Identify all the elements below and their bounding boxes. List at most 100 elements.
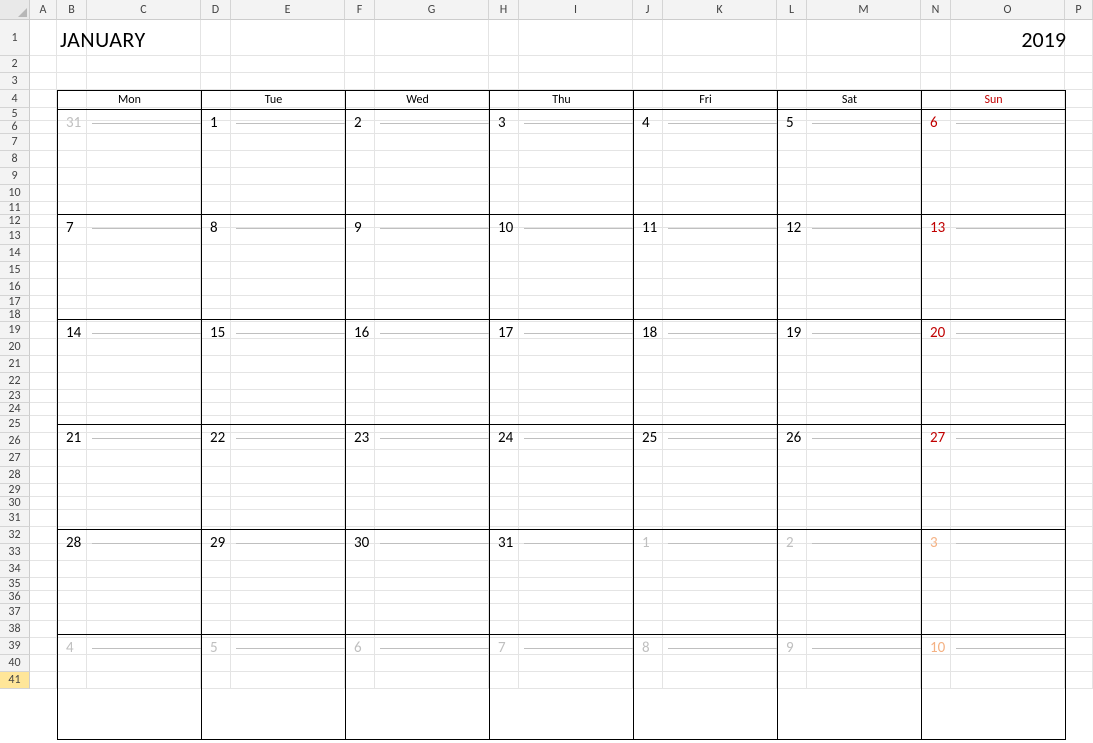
calendar-day[interactable]: 3 xyxy=(490,110,634,214)
cell[interactable] xyxy=(30,215,57,228)
calendar-day[interactable]: 21 xyxy=(58,425,202,529)
cell[interactable] xyxy=(1065,655,1093,672)
cell[interactable] xyxy=(30,356,57,373)
cell[interactable] xyxy=(30,134,57,151)
cell[interactable] xyxy=(1065,134,1093,151)
cell[interactable] xyxy=(30,450,57,467)
row-header-20[interactable]: 20 xyxy=(0,339,30,356)
cell[interactable] xyxy=(30,672,57,689)
calendar-day[interactable]: 19 xyxy=(778,320,922,424)
cell[interactable] xyxy=(951,73,1065,90)
calendar-day[interactable]: 17 xyxy=(490,320,634,424)
calendar-day[interactable]: 27 xyxy=(922,425,1065,529)
cell[interactable] xyxy=(1065,527,1093,544)
cell[interactable] xyxy=(30,484,57,497)
cell[interactable] xyxy=(1065,73,1093,90)
row-header-24[interactable]: 24 xyxy=(0,403,30,416)
calendar-day[interactable]: 5 xyxy=(778,110,922,214)
calendar-day[interactable]: 3 xyxy=(922,530,1065,634)
cell[interactable] xyxy=(375,20,489,56)
cell[interactable] xyxy=(345,73,375,90)
row-header-1[interactable]: 1 xyxy=(0,20,30,56)
cell[interactable] xyxy=(807,73,921,90)
cell[interactable] xyxy=(921,56,951,73)
calendar-day[interactable]: 4 xyxy=(58,635,202,739)
spreadsheet-viewport[interactable]: ABCDEFGHIJKLMNOP 12345678910111213141516… xyxy=(0,0,1093,743)
cell[interactable] xyxy=(375,56,489,73)
cell[interactable] xyxy=(807,20,921,56)
cell[interactable] xyxy=(489,56,519,73)
column-header-P[interactable]: P xyxy=(1065,0,1093,20)
row-header-32[interactable]: 32 xyxy=(0,527,30,544)
cell[interactable] xyxy=(1065,621,1093,638)
cell[interactable] xyxy=(519,73,633,90)
cell[interactable] xyxy=(1065,544,1093,561)
cell[interactable] xyxy=(1065,20,1093,56)
row-header-10[interactable]: 10 xyxy=(0,185,30,202)
row-header-6[interactable]: 6 xyxy=(0,121,30,134)
cell[interactable] xyxy=(1065,510,1093,527)
calendar-day[interactable]: 5 xyxy=(202,635,346,739)
cell[interactable] xyxy=(30,433,57,450)
cell[interactable] xyxy=(1065,672,1093,689)
cell[interactable] xyxy=(345,20,375,56)
cell[interactable] xyxy=(1065,638,1093,655)
calendar-day[interactable]: 23 xyxy=(346,425,490,529)
calendar-day[interactable]: 15 xyxy=(202,320,346,424)
cell[interactable] xyxy=(519,20,633,56)
row-header-41[interactable]: 41 xyxy=(0,672,30,689)
cell[interactable] xyxy=(30,56,57,73)
column-header-G[interactable]: G xyxy=(375,0,489,20)
cell[interactable] xyxy=(30,151,57,168)
row-header-14[interactable]: 14 xyxy=(0,245,30,262)
cell[interactable] xyxy=(663,73,777,90)
cell[interactable] xyxy=(30,655,57,672)
cell[interactable] xyxy=(1065,450,1093,467)
column-header-N[interactable]: N xyxy=(921,0,951,20)
cell[interactable] xyxy=(489,73,519,90)
cell[interactable] xyxy=(231,56,345,73)
row-header-40[interactable]: 40 xyxy=(0,655,30,672)
cell[interactable] xyxy=(1065,578,1093,591)
cell[interactable] xyxy=(1065,403,1093,416)
column-header-E[interactable]: E xyxy=(231,0,345,20)
column-header-O[interactable]: O xyxy=(951,0,1065,20)
cell[interactable] xyxy=(1065,416,1093,433)
cell[interactable] xyxy=(30,591,57,604)
row-header-31[interactable]: 31 xyxy=(0,510,30,527)
cell[interactable] xyxy=(30,279,57,296)
calendar-day[interactable]: 31 xyxy=(490,530,634,634)
calendar-day[interactable]: 24 xyxy=(490,425,634,529)
calendar-day[interactable]: 14 xyxy=(58,320,202,424)
cell[interactable] xyxy=(30,544,57,561)
calendar-day[interactable]: 20 xyxy=(922,320,1065,424)
cell[interactable] xyxy=(201,56,231,73)
row-header-25[interactable]: 25 xyxy=(0,416,30,433)
cell[interactable] xyxy=(633,56,663,73)
calendar-day[interactable]: 2 xyxy=(346,110,490,214)
row-header-8[interactable]: 8 xyxy=(0,151,30,168)
calendar-day[interactable]: 2 xyxy=(778,530,922,634)
cell[interactable] xyxy=(951,56,1065,73)
cell[interactable] xyxy=(30,621,57,638)
cell[interactable] xyxy=(1065,151,1093,168)
calendar-day[interactable]: 18 xyxy=(634,320,778,424)
cell[interactable] xyxy=(30,168,57,185)
row-header-9[interactable]: 9 xyxy=(0,168,30,185)
cell[interactable] xyxy=(921,20,951,56)
calendar-day[interactable]: 6 xyxy=(922,110,1065,214)
calendar-day[interactable]: 22 xyxy=(202,425,346,529)
cell[interactable] xyxy=(921,73,951,90)
cell[interactable] xyxy=(663,56,777,73)
row-header-18[interactable]: 18 xyxy=(0,309,30,322)
calendar-day[interactable]: 8 xyxy=(202,215,346,319)
cell[interactable] xyxy=(663,20,777,56)
cell[interactable] xyxy=(30,561,57,578)
cell[interactable] xyxy=(30,228,57,245)
calendar-day[interactable]: 10 xyxy=(922,635,1065,739)
column-header-C[interactable]: C xyxy=(87,0,201,20)
cell[interactable] xyxy=(201,20,231,56)
cell[interactable] xyxy=(30,339,57,356)
cell[interactable] xyxy=(519,56,633,73)
cell[interactable] xyxy=(57,73,87,90)
